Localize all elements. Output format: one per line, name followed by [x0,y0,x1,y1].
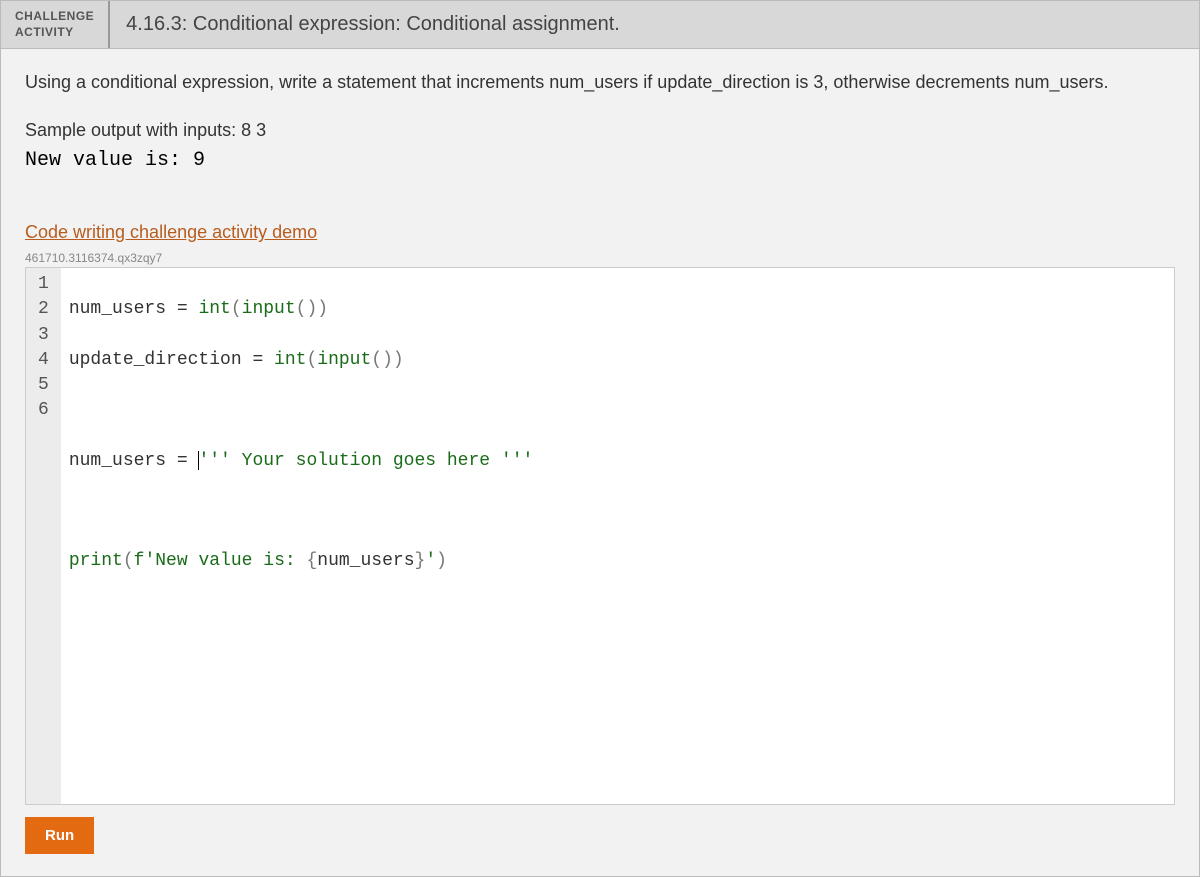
instructions-text: Using a conditional expression, write a … [25,69,1175,96]
header-bar: CHALLENGE ACTIVITY 4.16.3: Conditional e… [1,1,1199,49]
gutter-line: 5 [30,373,57,398]
sample-output-value: New value is: 9 [25,149,1175,172]
code-line [69,398,1166,423]
run-row: Run [25,817,1175,866]
gutter-line: 2 [30,297,57,322]
badge-line1: CHALLENGE [15,9,94,25]
code-line: num_users = ''' Your solution goes here … [69,449,1166,474]
gutter-line: 6 [30,398,57,423]
sample-output-label: Sample output with inputs: 8 3 [25,120,1175,141]
code-line: update_direction = int(input()) [69,348,1166,373]
demo-link[interactable]: Code writing challenge activity demo [25,222,1175,243]
code-area[interactable]: num_users = int(input()) update_directio… [61,268,1174,804]
code-line: print(f'New value is: {num_users}') [69,549,1166,574]
code-line: num_users = int(input()) [69,297,1166,322]
challenge-container: CHALLENGE ACTIVITY 4.16.3: Conditional e… [0,0,1200,877]
activity-title: 4.16.3: Conditional expression: Conditio… [110,1,636,48]
gutter-line: 4 [30,348,57,373]
code-editor[interactable]: 1 2 3 4 5 6 num_users = int(input()) upd… [25,267,1175,805]
gutter-line: 3 [30,323,57,348]
code-line [69,499,1166,524]
content-area: Using a conditional expression, write a … [1,49,1199,876]
line-gutter: 1 2 3 4 5 6 [26,268,61,804]
tracking-id: 461710.3116374.qx3zqy7 [25,251,1175,265]
challenge-badge: CHALLENGE ACTIVITY [1,1,110,48]
gutter-line: 1 [30,272,57,297]
badge-line2: ACTIVITY [15,25,94,41]
run-button[interactable]: Run [25,817,94,854]
